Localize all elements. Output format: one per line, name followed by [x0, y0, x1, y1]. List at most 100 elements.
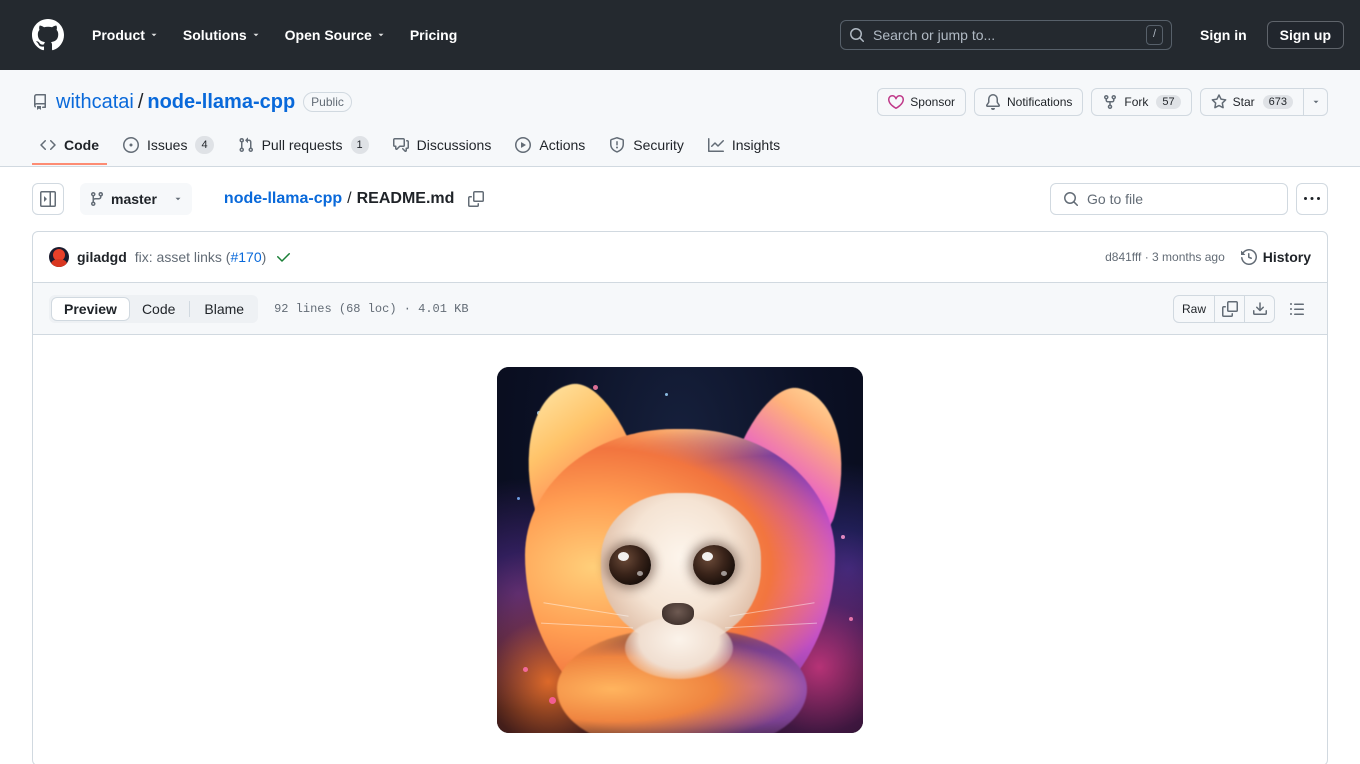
global-header: Product Solutions Open Source Pricing Se… [0, 0, 1360, 70]
eye-highlight-secondary [637, 571, 643, 576]
global-search-placeholder: Search or jump to... [873, 27, 996, 43]
star-speck [523, 667, 528, 672]
copy-icon[interactable] [1214, 295, 1244, 322]
code-icon [40, 137, 56, 153]
tab-pull-requests[interactable]: Pull requests 1 [230, 128, 377, 166]
notifications-button[interactable]: Notifications [974, 88, 1084, 116]
sign-up-button[interactable]: Sign up [1266, 21, 1344, 49]
star-dropdown-button[interactable] [1304, 88, 1328, 116]
file-navigation-bar: master node-llama-cpp / README.md Go to … [32, 167, 1328, 223]
bell-icon [985, 94, 1001, 110]
commit-sha[interactable]: d841fff [1105, 250, 1141, 264]
go-to-file-placeholder: Go to file [1087, 191, 1144, 207]
history-icon [1240, 249, 1257, 265]
segment-divider [189, 300, 191, 317]
file-toolbar: Preview Code Blame 92 lines (68 loc) · 4… [33, 283, 1327, 335]
eye-highlight [618, 552, 629, 561]
file-toolbar-actions: Raw [1172, 294, 1311, 323]
breadcrumb-separator: / [347, 190, 352, 207]
fork-count: 57 [1156, 95, 1181, 109]
kebab-horizontal-icon[interactable] [1296, 183, 1328, 215]
tab-code-label: Code [64, 137, 99, 153]
branch-selector[interactable]: master [80, 183, 192, 215]
copy-path-icon[interactable] [462, 185, 490, 213]
repository-title-row: withcatai / node-llama-cpp Public Sponso… [32, 86, 1328, 118]
breadcrumb: node-llama-cpp / README.md [224, 185, 490, 213]
repository-tabs: Code Issues 4 Pull requests 1 Discussion… [32, 128, 1328, 166]
global-search-input[interactable]: Search or jump to... / [840, 20, 1172, 50]
chevron-down-icon [376, 30, 386, 40]
tab-discussions-label: Discussions [416, 137, 492, 153]
commit-meta: d841fff · 3 months ago History [1105, 249, 1311, 265]
github-mark-icon[interactable] [32, 19, 64, 51]
commit-hash-time: d841fff · 3 months ago [1105, 250, 1225, 264]
commit-pr-link[interactable]: #170 [230, 249, 261, 265]
commit-author[interactable]: giladgd [77, 249, 127, 265]
tab-code[interactable]: Code [32, 129, 107, 165]
nav-item-open-source[interactable]: Open Source [273, 19, 398, 51]
tab-actions-label: Actions [539, 137, 586, 153]
tab-issues[interactable]: Issues 4 [115, 128, 222, 166]
go-to-file-input[interactable]: Go to file [1050, 183, 1288, 215]
commit-meta-separator: · [1144, 250, 1149, 264]
history-label: History [1262, 249, 1311, 265]
tab-insights[interactable]: Insights [700, 129, 788, 165]
repository-actions: Sponsor Notifications Fork 57 Star 673 [877, 88, 1328, 116]
raw-button[interactable]: Raw [1174, 296, 1214, 322]
repo-name-link[interactable]: node-llama-cpp [147, 91, 295, 114]
search-icon [1064, 192, 1079, 207]
history-link[interactable]: History [1240, 249, 1311, 265]
star-count: 673 [1262, 95, 1293, 109]
star-speck [665, 393, 668, 396]
nav-item-pricing-label: Pricing [409, 27, 458, 43]
nav-item-pricing[interactable]: Pricing [398, 19, 469, 51]
sponsor-button[interactable]: Sponsor [877, 88, 966, 116]
search-icon [849, 27, 865, 43]
nav-item-product[interactable]: Product [80, 19, 171, 51]
star-speck [549, 697, 556, 704]
nav-item-solutions[interactable]: Solutions [171, 19, 273, 51]
star-speck [849, 617, 853, 621]
tab-blame[interactable]: Blame [192, 297, 256, 321]
sponsor-label: Sponsor [910, 95, 955, 109]
nav-item-open-source-label: Open Source [284, 27, 372, 43]
fork-icon [1102, 94, 1118, 110]
star-button[interactable]: Star 673 [1199, 88, 1304, 116]
check-icon[interactable] [276, 249, 292, 265]
cat-right-eye [693, 545, 735, 585]
tab-security[interactable]: Security [601, 129, 692, 165]
heart-icon [888, 94, 905, 110]
tab-discussions[interactable]: Discussions [385, 129, 500, 165]
play-icon [515, 137, 532, 153]
eye-highlight-secondary [721, 571, 727, 576]
avatar-shape-bottom [51, 259, 67, 267]
tab-issues-label: Issues [147, 137, 188, 153]
graph-icon [707, 137, 724, 153]
global-nav: Product Solutions Open Source Pricing [80, 19, 469, 51]
sign-in-link[interactable]: Sign in [1188, 21, 1259, 49]
main-content: master node-llama-cpp / README.md Go to … [0, 167, 1360, 764]
download-icon[interactable] [1244, 295, 1274, 322]
commit-message[interactable]: fix: asset links (#170) [135, 249, 267, 265]
repo-path-separator: / [137, 90, 144, 113]
star-speck [593, 385, 598, 390]
breadcrumb-current-file: README.md [356, 190, 455, 207]
tab-pull-requests-count: 1 [350, 136, 369, 154]
sidebar-expand-icon[interactable] [32, 183, 64, 215]
readme-hero-image [497, 367, 863, 733]
cat-muzzle [625, 617, 733, 679]
tab-code-view[interactable]: Code [130, 297, 187, 321]
repo-visibility-badge: Public [303, 92, 352, 112]
tab-actions[interactable]: Actions [507, 129, 593, 165]
list-unordered-icon[interactable] [1283, 295, 1311, 323]
breadcrumb-repo-link[interactable]: node-llama-cpp [224, 190, 342, 208]
star-icon [1211, 94, 1227, 110]
nav-item-product-label: Product [92, 27, 145, 43]
star-speck [517, 497, 520, 500]
comment-discussion-icon [392, 137, 409, 153]
fork-button[interactable]: Fork 57 [1091, 88, 1192, 116]
repo-owner-link[interactable]: withcatai [56, 91, 134, 114]
file-view-switcher: Preview Code Blame [49, 294, 259, 323]
avatar[interactable] [49, 247, 69, 267]
tab-preview[interactable]: Preview [51, 296, 130, 321]
